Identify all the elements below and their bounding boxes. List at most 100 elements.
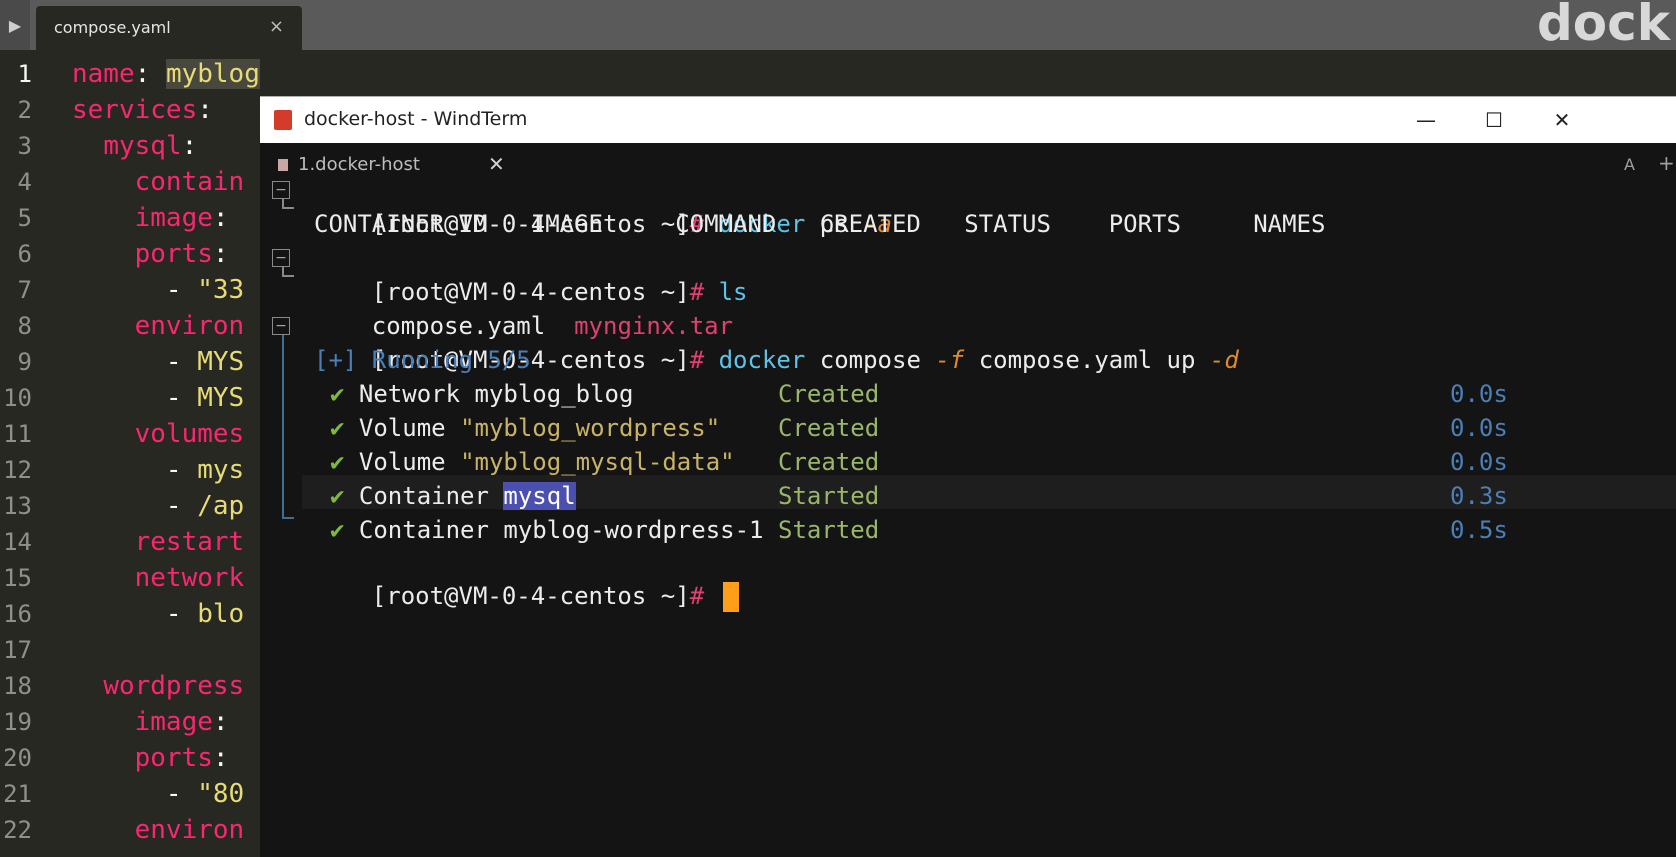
play-icon[interactable]: ▶ [0, 0, 30, 50]
yaml-separator: : [212, 743, 229, 773]
terminal-line: [root@VM-0-4-centos ~]# docker ps -a [314, 173, 892, 238]
maximize-button[interactable]: ☐ [1474, 103, 1514, 137]
fold-end-icon [282, 267, 294, 277]
yaml-separator: : [197, 95, 213, 125]
yaml-separator: - [165, 779, 198, 809]
line-number: 3 [17, 132, 32, 160]
line-number: 2 [17, 96, 32, 124]
code-line: - mys [72, 452, 260, 488]
title-bar: docker-host - WindTerm — ☐ ✕ [260, 97, 1676, 143]
code-line: ports: [72, 740, 260, 776]
fold-collapse-icon[interactable]: − [272, 317, 290, 335]
code-line: - MYS [72, 380, 260, 416]
yaml-value: blo [197, 599, 245, 629]
check-icon: ✔ [330, 516, 345, 544]
code-line: environ [72, 812, 260, 848]
compose-step: ✔ Volume "myblog_wordpress" Created 0.0s [330, 411, 1580, 445]
prompt-hash: # [689, 346, 705, 374]
step-duration: 0.0s [1450, 414, 1508, 442]
running-status: [+] Running 5/5 [314, 346, 531, 374]
yaml-key: name [72, 59, 135, 89]
yaml-key: mysql [103, 131, 182, 161]
fold-collapse-icon[interactable]: − [272, 181, 290, 199]
code-line: wordpress [72, 668, 260, 704]
line-number: 8 [17, 312, 32, 340]
session-tab-marker-icon [278, 159, 288, 171]
line-number: 4 [17, 168, 32, 196]
windterm-app-icon [274, 110, 292, 130]
session-tab-label[interactable]: 1.docker-host [298, 154, 420, 175]
yaml-key: image [134, 203, 213, 233]
editor-tab-label: compose.yaml [54, 18, 171, 37]
code-editor[interactable]: name: myblog services: mysql: contain ima… [72, 56, 260, 848]
compose-step: ✔ Network myblog_blog Created 0.0s [330, 377, 1580, 411]
code-line: mysql: [72, 128, 260, 164]
terminal-line: [root@VM-0-4-centos ~]# ls [314, 241, 748, 306]
code-line: contain [72, 164, 260, 200]
step-status: Started [778, 516, 880, 544]
yaml-key: volumes [134, 419, 245, 449]
step-quoted-name: "myblog_wordpress" [460, 414, 721, 442]
command-args: compose [805, 346, 936, 374]
prompt: [root@VM-0-4-centos ~] [371, 582, 690, 610]
yaml-separator: - [165, 599, 198, 629]
windterm-window: docker-host - WindTerm — ☐ ✕ 1.docker-ho… [260, 96, 1676, 857]
brand-text: dock [1536, 0, 1670, 52]
close-window-button[interactable]: ✕ [1542, 103, 1582, 137]
yaml-value: MYS [197, 383, 245, 413]
code-line: - "33 [72, 272, 260, 308]
line-number: 19 [3, 708, 32, 736]
yaml-key: environ [134, 815, 245, 845]
selected-text[interactable]: mysql [503, 482, 576, 510]
code-line: restart [72, 524, 260, 560]
code-line: - blo [72, 596, 260, 632]
step-duration: 0.0s [1450, 448, 1508, 476]
line-number: 6 [17, 240, 32, 268]
yaml-key: ports [134, 239, 213, 269]
line-number: 10 [3, 384, 32, 412]
command: docker [718, 346, 806, 374]
new-tab-button[interactable]: + [1658, 151, 1675, 175]
yaml-value: "80 [197, 779, 245, 809]
terminal-line[interactable]: [root@VM-0-4-centos ~]# [314, 545, 739, 612]
fold-collapse-icon[interactable]: − [272, 249, 290, 267]
line-number-gutter: 1 2 3 4 5 6 7 8 9 10 11 12 13 14 15 16 17 18 19 20 21 22 [0, 56, 60, 848]
line-number: 7 [17, 276, 32, 304]
step-quoted-name: "myblog_mysql-data" [460, 448, 735, 476]
close-icon[interactable]: × [269, 16, 284, 37]
check-icon: ✔ [330, 414, 345, 442]
minimize-button[interactable]: — [1406, 103, 1446, 137]
line-number: 21 [3, 780, 32, 808]
yaml-value: "33 [197, 275, 245, 305]
line-number: 14 [3, 528, 32, 556]
check-icon: ✔ [330, 380, 345, 408]
ps-header: CONTAINER ID IMAGE COMMAND CREATED STATU… [314, 210, 1326, 238]
editor-tab-compose[interactable]: compose.yaml × [36, 6, 302, 50]
step-status: Created [778, 414, 880, 442]
fold-range-line [282, 335, 284, 515]
line-number: 16 [3, 600, 32, 628]
code-line: volumes [72, 416, 260, 452]
line-number: 12 [3, 456, 32, 484]
compose-step: ✔ Container myblog-wordpress-1 Started 0.5… [330, 513, 1580, 547]
font-a-button[interactable]: A [1624, 155, 1635, 174]
line-number: 20 [3, 744, 32, 772]
editor-tab-bar: ▶ compose.yaml × dock [0, 0, 1676, 52]
check-icon: ✔ [330, 448, 345, 476]
compose-step: ✔ Volume "myblog_mysql-data" Created 0.0s [330, 445, 1580, 479]
yaml-separator: : [212, 239, 229, 269]
yaml-key: services [72, 95, 198, 125]
